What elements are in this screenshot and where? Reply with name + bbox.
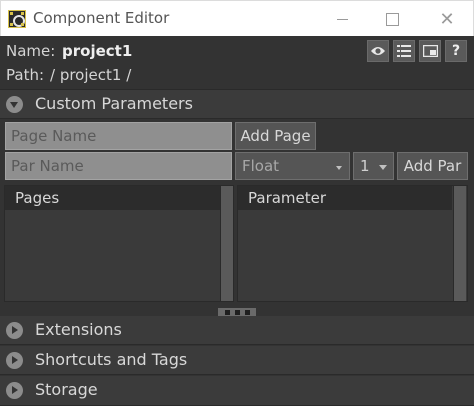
collapsed-arrow-icon [6,322,23,339]
extensions-header[interactable]: Extensions [0,316,474,345]
add-par-button[interactable]: Add Par [397,152,468,180]
app-icon [8,10,26,28]
par-type-value: Float [242,157,280,175]
list-button[interactable] [393,40,415,62]
par-name-input[interactable]: Par Name [5,152,232,180]
name-label: Name: [6,42,56,60]
page-name-input[interactable]: Page Name [5,122,232,150]
editor-panel: Name: project1 Path: / project1 / ? Cust… [0,36,474,406]
pages-scrollbar[interactable] [220,186,233,301]
chevron-down-icon [336,166,342,170]
grip-dot [244,310,250,315]
eye-icon [371,47,385,55]
add-page-button[interactable]: Add Page [235,122,316,150]
path-label: Path: [6,66,45,84]
component-name: project1 [62,42,133,60]
window-view-button[interactable] [419,40,441,62]
parameter-header: Parameter [238,186,452,210]
grip-dot [234,310,240,315]
window-icon [422,45,438,57]
grip-dot [224,310,230,315]
title-bar: Component Editor ✕ [0,0,474,36]
section-title: Custom Parameters [35,94,193,113]
list-icon [397,45,411,57]
storage-header[interactable]: Storage [0,376,474,406]
close-button[interactable]: ✕ [424,1,470,37]
par-size-dropdown[interactable]: 1 [353,152,394,180]
parameter-scrollbar[interactable] [453,186,466,301]
collapsed-arrow-icon [6,382,23,399]
component-path: / project1 / [50,66,132,84]
viewer-button[interactable] [367,40,389,62]
section-title: Extensions [35,320,122,339]
par-type-dropdown[interactable]: Float [235,152,350,180]
par-size-value: 1 [360,157,370,175]
chevron-down-icon [379,165,387,170]
shortcuts-tags-header[interactable]: Shortcuts and Tags [0,346,474,375]
section-title: Storage [35,380,98,399]
collapsed-arrow-icon [6,352,23,369]
pages-header: Pages [5,186,220,210]
maximize-button[interactable] [369,1,415,37]
parameter-list[interactable]: Parameter [237,185,468,302]
section-title: Shortcuts and Tags [35,350,188,369]
help-button[interactable]: ? [445,40,467,62]
window-title: Component Editor [33,9,170,27]
custom-parameters-header[interactable]: Custom Parameters [0,90,474,119]
expanded-arrow-icon [6,96,23,113]
pages-list[interactable]: Pages [4,185,234,302]
minimize-button[interactable] [319,1,365,37]
